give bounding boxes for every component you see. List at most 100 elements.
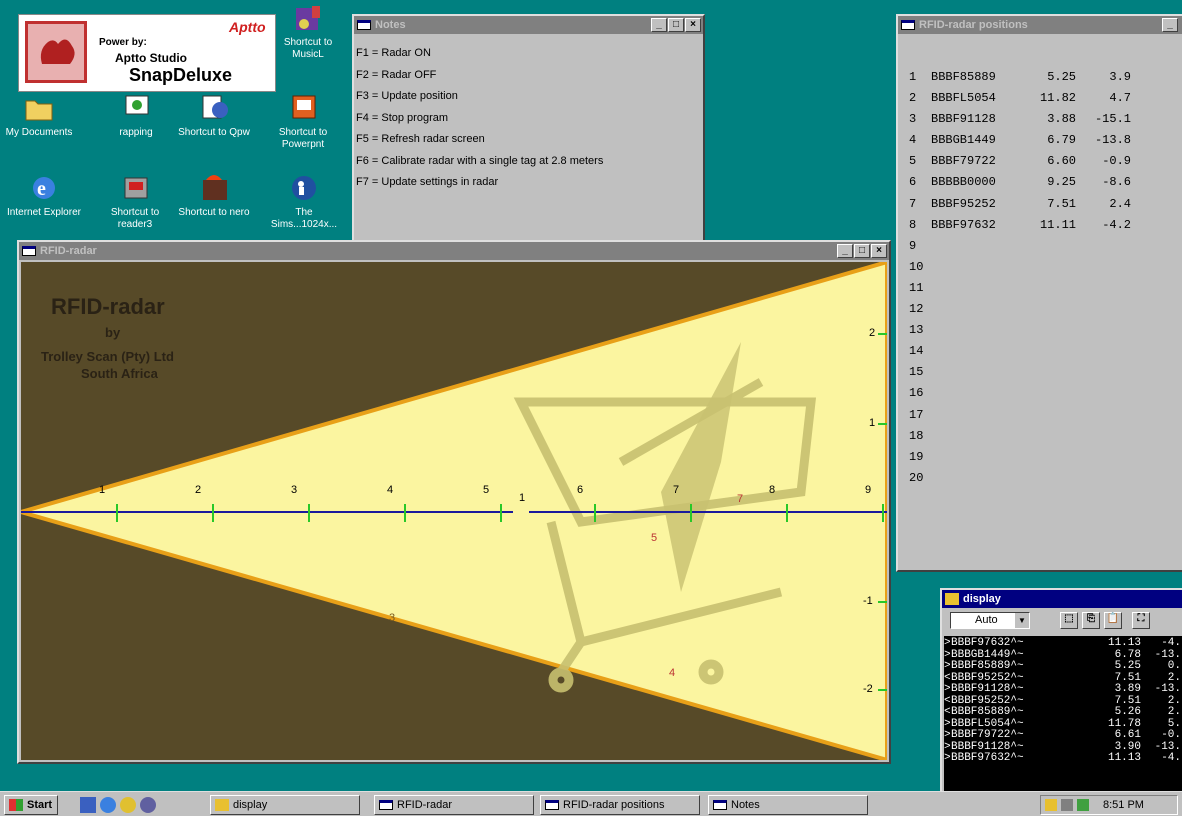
minimize-button[interactable]: _ xyxy=(651,18,667,32)
network-icon[interactable] xyxy=(1077,799,1089,811)
copy-icon[interactable]: ⎘ xyxy=(1082,612,1100,629)
maximize-button[interactable]: □ xyxy=(854,244,870,258)
channels-icon[interactable] xyxy=(140,797,156,813)
position-index: 13 xyxy=(909,323,924,338)
maximize-button[interactable]: □ xyxy=(668,18,684,32)
desktop-icon[interactable] xyxy=(80,797,96,813)
window-icon xyxy=(379,800,393,810)
console-dir: < xyxy=(944,706,951,718)
mark-icon[interactable]: ⬚ xyxy=(1060,612,1078,629)
close-button[interactable]: × xyxy=(685,18,701,32)
position-row: 5 BBBF79722 6.60 -0.9 xyxy=(909,151,1182,172)
font-select[interactable]: Auto ▼ xyxy=(950,612,1030,629)
chevron-down-icon[interactable]: ▼ xyxy=(1015,613,1029,628)
position-row: 10 xyxy=(909,257,1182,278)
minimize-button[interactable]: _ xyxy=(837,244,853,258)
position-index: 8 xyxy=(909,217,917,232)
radar-canvas[interactable]: RFID-radar by Trolley Scan (Pty) Ltd Sou… xyxy=(21,262,887,760)
clock[interactable]: 8:51 PM xyxy=(1103,799,1144,811)
desktop-icon-label: rapping xyxy=(119,127,153,138)
task-label: RFID-radar xyxy=(397,799,453,811)
desktop-icon-my-documents[interactable]: My Documents xyxy=(0,92,78,139)
minimize-button[interactable]: _ xyxy=(1162,18,1178,32)
start-button[interactable]: Start xyxy=(4,795,58,815)
tag-marker[interactable]: 5 xyxy=(651,532,657,544)
position-index: 20 xyxy=(909,470,924,485)
fullscreen-icon[interactable]: ⛶ xyxy=(1132,612,1150,629)
desktop-icon-rapping[interactable]: rapping xyxy=(97,92,175,139)
windows-logo-icon xyxy=(9,799,23,811)
volume-icon[interactable] xyxy=(1045,799,1057,811)
position-row: 2 BBBFL5054 11.82 4.7 xyxy=(909,88,1182,109)
console-x: 5.26 xyxy=(1114,706,1141,718)
task-rfid-radar[interactable]: RFID-radar xyxy=(374,795,534,815)
desktop-icon-reader3[interactable]: Shortcut to reader3 xyxy=(96,172,174,231)
y-tick-label: -1 xyxy=(863,595,873,607)
desktop-icon-label: Shortcut to Qpw xyxy=(178,127,250,138)
console-dir: > xyxy=(944,729,951,741)
ms-dos-icon xyxy=(945,593,959,605)
desktop-icon-nero[interactable]: Shortcut to nero xyxy=(175,172,253,219)
position-index: 10 xyxy=(909,259,924,274)
tag-marker[interactable]: 1 xyxy=(519,492,525,504)
position-y: -8.6 xyxy=(1102,175,1131,190)
task-rfid-radar-positions[interactable]: RFID-radar positions xyxy=(540,795,700,815)
console-dir: > xyxy=(944,660,951,672)
radar-country: South Africa xyxy=(81,366,158,381)
tray-app-icon[interactable] xyxy=(1061,799,1073,811)
console-line: >BBBF85889^~ 5.25 0. xyxy=(944,660,1182,673)
position-x: 11.82 xyxy=(1039,91,1076,106)
console-id: BBBF97632^~ xyxy=(951,752,1024,764)
desktop-icon-label: Shortcut to MusicL xyxy=(283,37,333,60)
aptto-splash: Aptto Power by: Aptto Studio SnapDeluxe xyxy=(18,14,276,92)
note-line: F1 = Radar ON xyxy=(356,47,431,59)
task-notes[interactable]: Notes xyxy=(708,795,868,815)
y-tick-label: 2 xyxy=(869,327,876,339)
notes-titlebar[interactable]: Notes _ □ × xyxy=(354,16,703,34)
positions-titlebar[interactable]: RFID-radar positions _ xyxy=(898,16,1182,34)
desktop-icon-powerpnt[interactable]: Shortcut to Powerpnt xyxy=(264,92,342,151)
position-row: 13 xyxy=(909,320,1182,341)
position-row: 6 BBBBB0000 9.25 -8.6 xyxy=(909,172,1182,193)
position-tag-id: BBBF85889 xyxy=(931,70,996,84)
position-y: 2.4 xyxy=(1109,196,1131,211)
desktop-icon-label: Shortcut to Powerpnt xyxy=(278,127,328,150)
media-player-icon[interactable] xyxy=(120,797,136,813)
aptto-power-by: Power by: xyxy=(99,37,147,48)
position-row: 9 xyxy=(909,236,1182,257)
radar-by: by xyxy=(105,325,121,340)
radar-title: RFID-radar xyxy=(40,245,97,257)
display-window: display Auto ▼ ⬚ ⎘ 📋 ⛶ >BBBF97632^~ 11.13… xyxy=(940,588,1182,798)
system-tray: 8:51 PM xyxy=(1040,795,1178,815)
positions-list: 1 BBBF85889 5.25 3.9 2 BBBFL5054 11.82 4.7 3 BBBF… xyxy=(898,34,1182,489)
tag-marker[interactable]: 4 xyxy=(669,667,675,679)
desktop-icon-qpw[interactable]: Shortcut to Qpw xyxy=(175,92,253,139)
console-x: 6.61 xyxy=(1114,729,1141,741)
internet-explorer-icon[interactable] xyxy=(100,797,116,813)
position-row: 19 xyxy=(909,447,1182,468)
console-id: BBBF85889^~ xyxy=(951,660,1024,672)
console-line: <BBBF85889^~ 5.26 2. xyxy=(944,706,1182,719)
console-id: BBBF91128^~ xyxy=(951,683,1024,695)
display-titlebar[interactable]: display xyxy=(942,590,1182,608)
desktop-icon-sims[interactable]: The Sims...1024x... xyxy=(265,172,343,231)
position-tag-id: BBBGB1449 xyxy=(931,133,996,148)
task-display[interactable]: display xyxy=(210,795,360,815)
radar-titlebar[interactable]: RFID-radar _ □ × xyxy=(19,242,889,260)
desktop-icon-music[interactable]: Shortcut to MusicL xyxy=(269,2,347,61)
app-icon xyxy=(120,92,152,124)
positions-title: RFID-radar positions xyxy=(919,19,1028,31)
taskbar: Start display RFID-radar RFID-radar posi… xyxy=(0,791,1182,816)
position-row: 7 BBBF95252 7.51 2.4 xyxy=(909,194,1182,215)
tag-marker[interactable]: 7 xyxy=(737,493,743,505)
notes-window: Notes _ □ × F1 = Radar ON F2 = Radar OFF F… xyxy=(352,14,705,256)
reader-shortcut-icon xyxy=(119,172,151,204)
note-line: F2 = Radar OFF xyxy=(356,68,437,81)
close-button[interactable]: × xyxy=(871,244,887,258)
paste-icon[interactable]: 📋 xyxy=(1104,612,1122,629)
tag-marker[interactable]: 3 xyxy=(389,612,395,624)
position-index: 17 xyxy=(909,407,924,422)
position-y: 4.7 xyxy=(1109,91,1131,106)
position-row: 12 xyxy=(909,299,1182,320)
desktop-icon-internet-explorer[interactable]: e Internet Explorer xyxy=(5,172,83,219)
